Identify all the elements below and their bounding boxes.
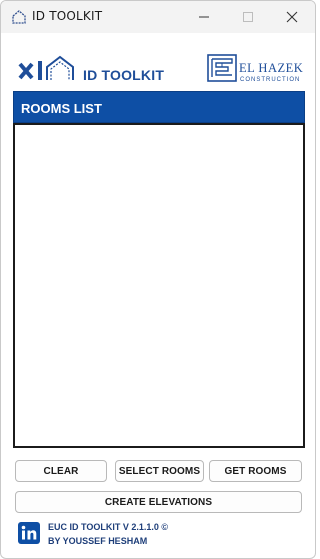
minimize-button[interactable] — [181, 1, 227, 33]
app-window: ID TOOLKIT ID TOOLKIT EL HAZEK CONSTRUCT… — [0, 0, 316, 559]
company-name: EL HAZEK — [239, 61, 304, 75]
create-elevations-button[interactable]: CREATE ELEVATIONS — [15, 491, 302, 513]
minimize-icon — [199, 16, 209, 18]
rooms-list-title: ROOMS LIST — [21, 101, 102, 116]
house-icon — [11, 9, 27, 25]
company-subtitle: CONSTRUCTION — [240, 77, 301, 83]
id-toolkit-logo-icon — [17, 53, 81, 85]
close-icon — [286, 11, 298, 23]
author-label: BY YOUSSEF HESHAM — [48, 536, 148, 546]
maximize-button[interactable] — [225, 1, 271, 33]
close-button[interactable] — [269, 1, 315, 33]
maximize-icon — [243, 12, 253, 22]
title-bar[interactable]: ID TOOLKIT — [1, 1, 315, 33]
app-logo-text: ID TOOLKIT — [83, 67, 165, 83]
window-title: ID TOOLKIT — [32, 9, 103, 23]
rooms-list-header: ROOMS LIST — [13, 91, 305, 123]
clear-button[interactable]: CLEAR — [15, 460, 107, 482]
header: ID TOOLKIT EL HAZEK CONSTRUCTION — [1, 33, 315, 91]
version-label: EUC ID TOOLKIT V 2.1.1.0 © — [48, 522, 168, 532]
rooms-listbox[interactable] — [13, 123, 305, 448]
select-rooms-button[interactable]: SELECT ROOMS — [115, 460, 204, 482]
get-rooms-button[interactable]: GET ROOMS — [209, 460, 302, 482]
linkedin-icon[interactable] — [18, 522, 40, 544]
